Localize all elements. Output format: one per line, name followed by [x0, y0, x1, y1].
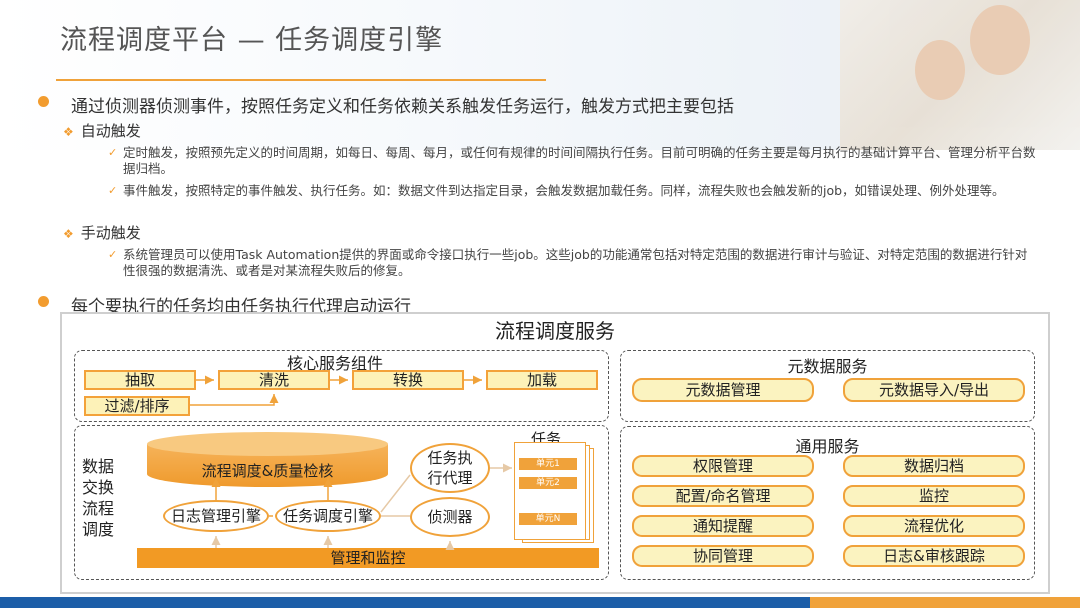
diagram-arrows — [190, 375, 512, 550]
arrow — [190, 394, 279, 406]
arrow — [380, 474, 411, 513]
footer-bar — [0, 597, 1080, 608]
